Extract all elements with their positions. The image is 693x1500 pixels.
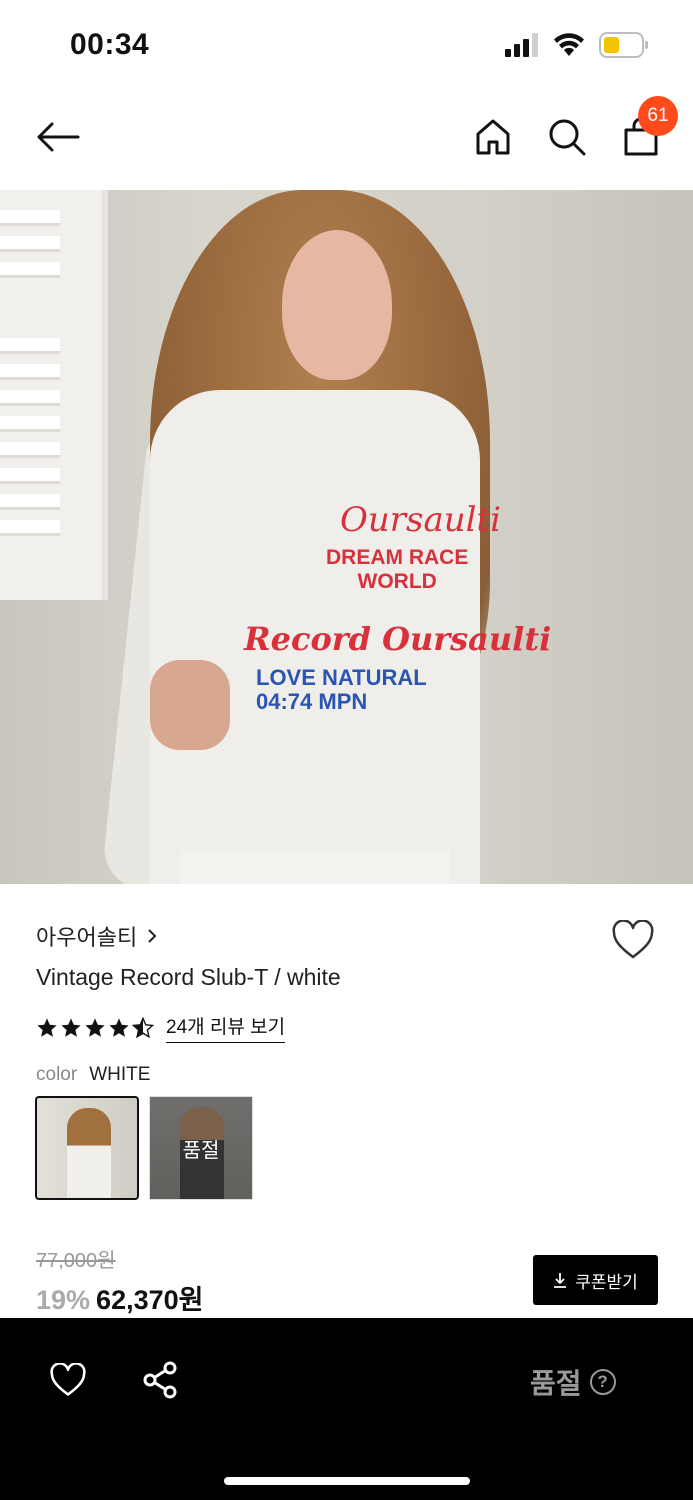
color-swatch-white[interactable]: [35, 1096, 139, 1200]
shirt-print-record: Record Oursaulti: [244, 620, 552, 658]
star-filled-icon: [109, 1017, 129, 1037]
shirt-print-script: Oursaulti: [340, 500, 502, 540]
home-icon: [476, 119, 510, 155]
chevron-right-icon: [148, 929, 157, 943]
shirt-print-block: DREAM RACE WORLD: [326, 546, 468, 594]
arrow-left-icon: [37, 122, 80, 152]
model-skirt: [180, 850, 450, 884]
star-filled-icon: [37, 1017, 57, 1037]
battery-icon: [599, 32, 648, 58]
reviews-link[interactable]: 24개 리뷰 보기: [166, 1012, 286, 1043]
status-bar: 00:34: [0, 0, 693, 90]
nav-bar: [0, 90, 693, 190]
price-row: 19% 62,370원: [36, 1278, 203, 1317]
soldout-label: 품절: [182, 1139, 220, 1162]
coupon-label: 쿠폰받기: [575, 1272, 638, 1292]
heart-outline-icon: [612, 920, 654, 959]
original-price: 77,000원: [36, 1250, 116, 1272]
bottom-wishlist-button[interactable]: [44, 1356, 92, 1404]
search-icon: [549, 119, 586, 156]
download-icon: [554, 1273, 567, 1288]
star-rating: [36, 1016, 154, 1039]
coupon-button[interactable]: 쿠폰받기: [533, 1255, 658, 1305]
product-photo[interactable]: Oursaulti DREAM RACE WORLD Record Oursau…: [0, 190, 693, 884]
brand-name: 아우어솔티: [36, 925, 138, 950]
status-time: 00:34: [70, 28, 150, 61]
cellular-signal-icon: [505, 33, 538, 57]
color-value: WHITE: [89, 1064, 151, 1085]
color-swatch-black[interactable]: 품절: [149, 1096, 253, 1200]
shirt-print-blue: LOVE NATURAL 04:74 MPN: [256, 666, 427, 714]
soldout-overlay: 품절: [150, 1097, 252, 1199]
shirt-print-line: WORLD: [357, 570, 437, 593]
model-face: [282, 230, 392, 380]
discount-rate: 19%: [36, 1285, 91, 1315]
search-button[interactable]: [542, 112, 592, 162]
soldout-text: 품절: [530, 1368, 582, 1399]
brand-link[interactable]: 아우어솔티: [36, 920, 157, 952]
rating-row: 24개 리뷰 보기: [36, 1012, 286, 1043]
wishlist-button[interactable]: [608, 916, 658, 964]
wifi-icon: [554, 33, 584, 56]
status-icons: [505, 32, 649, 58]
help-icon[interactable]: ?: [589, 1369, 616, 1395]
share-button[interactable]: [136, 1356, 184, 1404]
swatch-thumbnail: [67, 1108, 111, 1198]
sale-price: 62,370원: [96, 1285, 204, 1315]
model-hand: [150, 660, 230, 750]
color-label: color: [36, 1064, 78, 1085]
star-filled-icon: [85, 1017, 105, 1037]
shirt-print-line: LOVE NATURAL: [256, 665, 427, 690]
color-row: color WHITE: [36, 1064, 150, 1086]
shirt-print-line: 04:74 MPN: [256, 689, 368, 714]
soldout-status: 품절 ?: [530, 1362, 616, 1402]
share-icon: [143, 1361, 177, 1399]
product-name: Vintage Record Slub-T / white: [36, 964, 341, 990]
star-half-icon: [132, 1016, 154, 1038]
back-button[interactable]: [30, 112, 86, 162]
shirt-print-line: DREAM RACE: [326, 546, 469, 569]
bottom-action-bar: 품절 ?: [0, 1318, 693, 1500]
star-filled-icon: [61, 1017, 81, 1037]
heart-outline-icon: [50, 1363, 86, 1396]
cart-count-badge: 61: [638, 96, 678, 136]
home-indicator: [224, 1477, 470, 1485]
window-shutter: [0, 190, 108, 600]
home-button[interactable]: [468, 112, 518, 162]
